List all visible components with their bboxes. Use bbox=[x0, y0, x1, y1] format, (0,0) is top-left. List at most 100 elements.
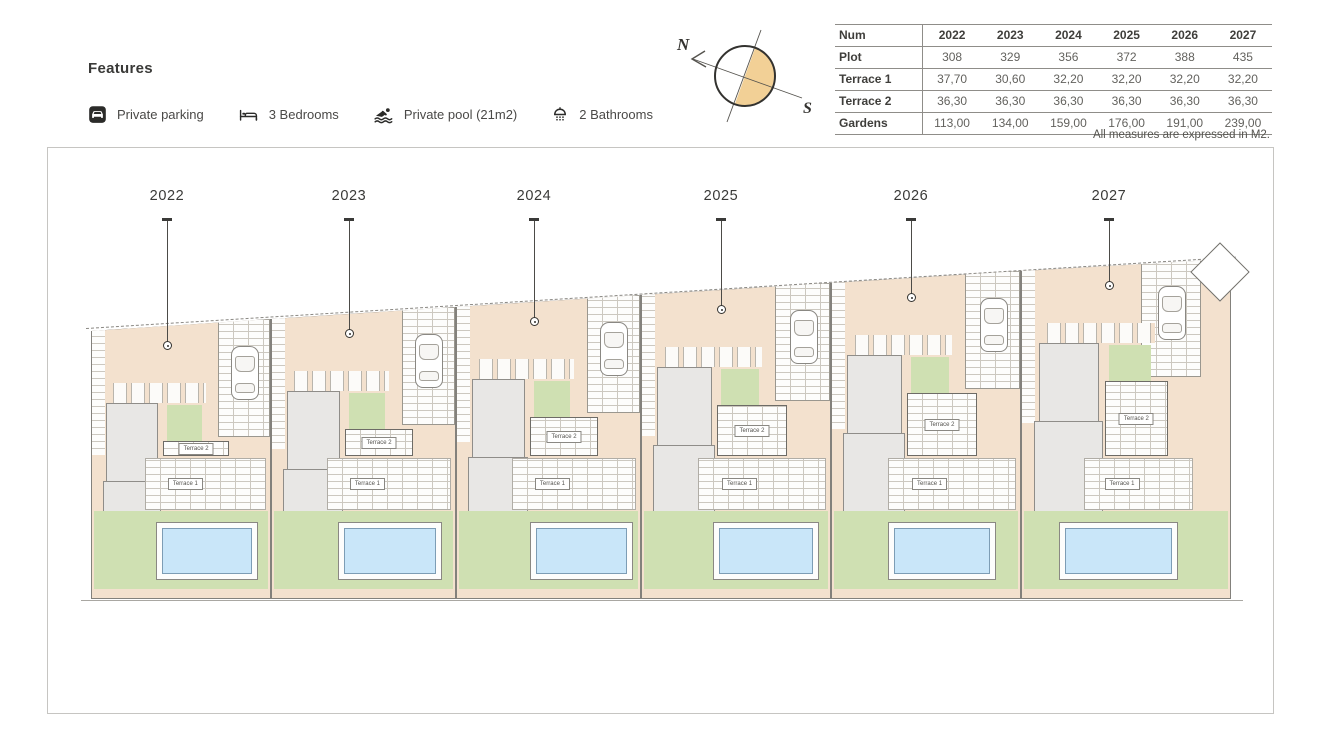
leader-line bbox=[911, 221, 912, 295]
table-value-cell: 30,60 bbox=[981, 69, 1039, 91]
terrace-2-label: Terrace 2 bbox=[734, 425, 769, 437]
plot-marker[interactable] bbox=[907, 293, 916, 302]
house-upper-volume bbox=[847, 355, 902, 439]
pool bbox=[1065, 528, 1172, 574]
car-icon bbox=[790, 310, 818, 364]
pool-deck bbox=[1059, 522, 1178, 580]
plot-left-paving bbox=[832, 279, 845, 429]
table-header-cell: 2023 bbox=[981, 24, 1039, 47]
feature-label: 3 Bedrooms bbox=[269, 107, 339, 122]
table-value-cell: 32,20 bbox=[1214, 69, 1272, 91]
parking-pad bbox=[587, 295, 640, 413]
table-value-cell: 435 bbox=[1214, 47, 1272, 69]
terrace-1-label: Terrace 1 bbox=[722, 478, 757, 490]
plot-year-label[interactable]: 2027 bbox=[1077, 188, 1141, 204]
pergola-slats bbox=[294, 371, 389, 391]
terrace-1-label: Terrace 1 bbox=[168, 478, 203, 490]
terrace-2-area: Terrace 2 bbox=[717, 405, 787, 456]
pool-icon bbox=[373, 105, 394, 124]
garden-patch bbox=[721, 369, 759, 407]
pool bbox=[894, 528, 989, 574]
plot-marker[interactable] bbox=[345, 329, 354, 338]
terrace-1-label: Terrace 1 bbox=[1105, 478, 1140, 490]
plot-marker[interactable] bbox=[163, 341, 172, 350]
plot-year-label[interactable]: 2026 bbox=[879, 188, 943, 204]
feature-label: Private pool (21m2) bbox=[404, 107, 517, 122]
plot-left-paving bbox=[457, 303, 470, 442]
terrace-2-label: Terrace 2 bbox=[924, 419, 959, 431]
table-row-label: Terrace 1 bbox=[835, 69, 923, 91]
feature-private-pool: Private pool (21m2) bbox=[373, 105, 517, 124]
plot[interactable]: Terrace 2 Terrace 1 bbox=[831, 271, 1021, 599]
parking-pad bbox=[965, 271, 1020, 389]
table-value-cell: 113,00 bbox=[923, 113, 981, 135]
table-value-cell: 36,30 bbox=[1156, 91, 1214, 113]
terrace-2-area: Terrace 2 bbox=[530, 417, 598, 456]
garden-patch bbox=[1109, 345, 1151, 383]
compass-rose: N S bbox=[663, 20, 815, 135]
features-title: Features bbox=[88, 60, 653, 77]
table-row-label: Plot bbox=[835, 47, 923, 69]
pool-deck bbox=[713, 522, 818, 580]
table-value-cell: 36,30 bbox=[1098, 91, 1156, 113]
terrace-1-area: Terrace 1 bbox=[1084, 458, 1192, 510]
plot-marker[interactable] bbox=[1105, 281, 1114, 290]
table-header-cell: 2027 bbox=[1214, 24, 1272, 47]
features-row: Private parking 3 Bedrooms Private pool … bbox=[88, 105, 653, 124]
plot-year-label[interactable]: 2022 bbox=[135, 188, 199, 204]
plot[interactable]: Terrace 2 Terrace 1 bbox=[641, 283, 831, 599]
feature-bathrooms: 2 Bathrooms bbox=[551, 105, 653, 124]
plot[interactable]: Terrace 2 Terrace 1 bbox=[271, 307, 456, 599]
terrace-1-label: Terrace 1 bbox=[350, 478, 385, 490]
terrace-1-area: Terrace 1 bbox=[512, 458, 636, 510]
table-value-cell: 134,00 bbox=[981, 113, 1039, 135]
pool-deck bbox=[530, 522, 633, 580]
parking-icon bbox=[88, 105, 107, 124]
car-icon bbox=[231, 346, 259, 400]
car-icon bbox=[1158, 286, 1186, 340]
feature-label: 2 Bathrooms bbox=[579, 107, 653, 122]
table-value-cell: 329 bbox=[981, 47, 1039, 69]
page: Features Private parking 3 Bedrooms Priv… bbox=[0, 0, 1319, 756]
plot-year-label[interactable]: 2024 bbox=[502, 188, 566, 204]
plot-year-label[interactable]: 2023 bbox=[317, 188, 381, 204]
plot[interactable]: Terrace 2 Terrace 1 bbox=[91, 319, 271, 599]
pool bbox=[719, 528, 812, 574]
plot[interactable]: Terrace 2 Terrace 1 bbox=[1021, 259, 1231, 599]
plot-marker[interactable] bbox=[530, 317, 539, 326]
table-value-cell: 36,30 bbox=[981, 91, 1039, 113]
plot-left-paving bbox=[92, 327, 105, 455]
terrace-2-label: Terrace 2 bbox=[362, 437, 397, 449]
table-value-cell: 32,20 bbox=[1039, 69, 1097, 91]
pool bbox=[162, 528, 251, 574]
parking-pad bbox=[775, 283, 830, 401]
plot-marker[interactable] bbox=[717, 305, 726, 314]
terrace-2-area: Terrace 2 bbox=[345, 429, 413, 456]
feature-bedrooms: 3 Bedrooms bbox=[238, 105, 339, 124]
garden-patch bbox=[534, 381, 571, 419]
terrace-1-label: Terrace 1 bbox=[535, 478, 570, 490]
plot-year-label[interactable]: 2025 bbox=[689, 188, 753, 204]
site-plan-panel: Terrace 2 Terrace 1 Terrace 2 bbox=[47, 147, 1274, 714]
table-value-cell: 308 bbox=[923, 47, 981, 69]
pergola-slats bbox=[665, 347, 763, 367]
house-upper-volume bbox=[1039, 343, 1099, 427]
terrace-1-area: Terrace 1 bbox=[145, 458, 266, 510]
terrace-1-area: Terrace 1 bbox=[888, 458, 1016, 510]
compass-south-label: S bbox=[803, 100, 812, 117]
table-row-label: Terrace 2 bbox=[835, 91, 923, 113]
terrace-2-label: Terrace 2 bbox=[547, 431, 582, 443]
compass-north-label: N bbox=[676, 35, 690, 54]
table-value-cell: 356 bbox=[1039, 47, 1097, 69]
garden-patch bbox=[349, 393, 386, 431]
leader-line bbox=[349, 221, 350, 331]
plot[interactable]: Terrace 2 Terrace 1 bbox=[456, 295, 641, 599]
features-section: Features Private parking 3 Bedrooms Priv… bbox=[88, 60, 653, 124]
table-header-cell: 2024 bbox=[1039, 24, 1097, 47]
terrace-1-area: Terrace 1 bbox=[698, 458, 826, 510]
parking-pad bbox=[218, 319, 270, 437]
table-value-cell: 372 bbox=[1098, 47, 1156, 69]
table-value-cell: 37,70 bbox=[923, 69, 981, 91]
leader-line bbox=[1109, 221, 1110, 283]
table-note: All measures are expressed in M2. bbox=[1093, 129, 1270, 141]
